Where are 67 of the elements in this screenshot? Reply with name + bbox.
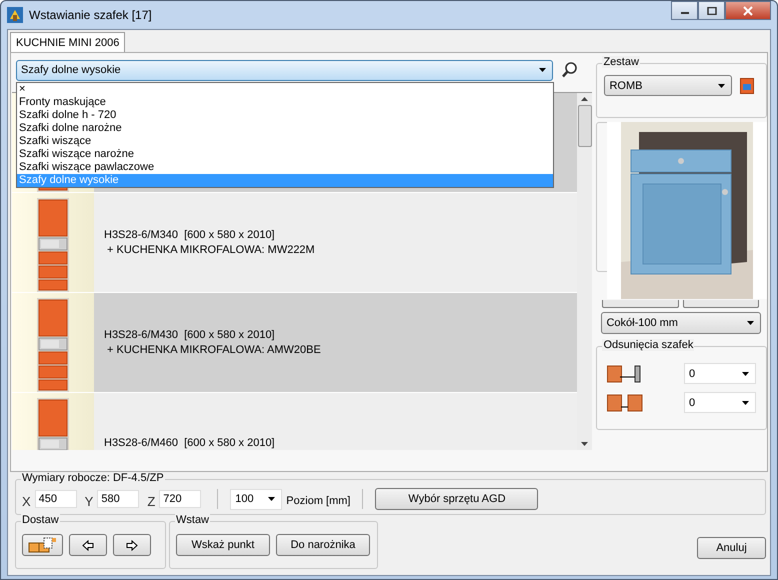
caret-icon	[718, 84, 726, 88]
left-button[interactable]	[69, 534, 107, 556]
left-arrow-icon	[82, 540, 94, 550]
cabinet-icon[interactable]	[740, 78, 754, 94]
plinth-select[interactable]: Cokół-100 mm	[601, 312, 761, 334]
level-select[interactable]: 100	[230, 488, 282, 510]
caret-icon	[268, 497, 276, 501]
caret-icon	[747, 321, 754, 325]
side-button[interactable]	[682, 300, 760, 308]
dimension-field[interactable]: 720	[159, 490, 202, 508]
cabinet-wall-gap-icon	[607, 364, 644, 382]
minimize-button[interactable]	[671, 1, 698, 20]
cabinets-icon	[28, 537, 58, 553]
dropdown-option[interactable]: Szafki wiszące pawlaczowe	[17, 161, 553, 174]
cabinets-gap-icon	[607, 394, 644, 412]
axis-label: Z	[147, 494, 156, 508]
cabinet-list-item[interactable]: H3S28-6/M460 [600 x 580 x 2010]	[12, 393, 578, 450]
front-button[interactable]	[602, 300, 679, 308]
window-title: Wstawianie szafek [17]	[29, 8, 152, 22]
tab[interactable]: KUCHNIE MINI 2006	[10, 32, 126, 52]
item-description: H3S28-6/M430 [600 x 580 x 2010]	[104, 329, 276, 341]
set-select[interactable]: ROMB	[604, 75, 732, 96]
group-label: Dostaw	[21, 514, 60, 526]
group-label: Wstaw	[175, 514, 210, 526]
item-description: H3S28-6/M340 [600 x 580 x 2010]	[104, 229, 276, 241]
attach-button[interactable]	[22, 534, 63, 556]
insert-button[interactable]: Do narożnika	[276, 534, 370, 556]
dimension-field[interactable]: 450	[34, 490, 77, 508]
scroll-down-icon[interactable]	[581, 442, 588, 446]
level-label: Poziom [mm]	[286, 495, 350, 507]
item-description: + KUCHENKA MIKROFALOWA: MW222M	[106, 244, 315, 256]
group-label: Odsunięcia szafek	[602, 339, 694, 351]
dropdown-option[interactable]: Fronty maskujące	[17, 96, 553, 109]
right-button[interactable]	[113, 534, 151, 556]
insert-button[interactable]: Wskaż punkt	[176, 534, 270, 556]
axis-label: Y	[84, 494, 94, 508]
group-label: Wymiary robocze: DF-4.5/ZP	[21, 472, 165, 484]
caret-icon	[742, 372, 749, 376]
app-icon	[7, 7, 23, 23]
scroll-up-icon[interactable]	[581, 97, 588, 101]
dimension-field[interactable]: 580	[97, 490, 140, 508]
cabinet-list-item[interactable]: H3S28-6/M340 [600 x 580 x 2010] + KUCHENKA MIKROFALOWA: MW222M	[12, 193, 578, 293]
dropdown-option[interactable]: Szafki dolne h - 720	[17, 109, 553, 122]
close-button[interactable]	[725, 1, 771, 20]
category-select[interactable]: Szafy dolne wysokie	[16, 60, 553, 80]
maximize-button[interactable]	[698, 1, 725, 20]
scrollbar[interactable]	[577, 93, 592, 450]
appliance-button[interactable]: Wybór sprzętu AGD	[375, 488, 538, 510]
search-icon[interactable]	[561, 61, 579, 79]
item-description: + KUCHENKA MIKROFALOWA: AMW20BE	[106, 344, 321, 356]
scroll-thumb[interactable]	[578, 105, 592, 147]
caret-icon	[539, 68, 546, 72]
dropdown-option[interactable]: Szafki dolne narożne	[17, 122, 553, 135]
offset-select[interactable]: 0	[684, 392, 756, 413]
cancel-button[interactable]: Anuluj	[697, 537, 766, 559]
cabinet-list-item[interactable]: H3S28-6/M430 [600 x 580 x 2010] + KUCHENKA MIKROFALOWA: AMW20BE	[12, 293, 578, 393]
dropdown-option[interactable]: ×	[17, 83, 553, 96]
right-arrow-icon	[126, 540, 138, 550]
maximize-icon	[706, 6, 716, 14]
close-icon	[743, 6, 753, 16]
axis-label: X	[22, 494, 31, 508]
dropdown-option[interactable]: Szafki wiszące narożne	[17, 148, 553, 161]
dropdown-option[interactable]: Szafki wiszące	[17, 135, 553, 148]
group-label: Zestaw	[602, 56, 640, 68]
item-description: H3S28-6/M460 [600 x 580 x 2010]	[104, 436, 275, 448]
offset-select[interactable]: 0	[684, 363, 756, 384]
caret-icon	[742, 400, 749, 404]
